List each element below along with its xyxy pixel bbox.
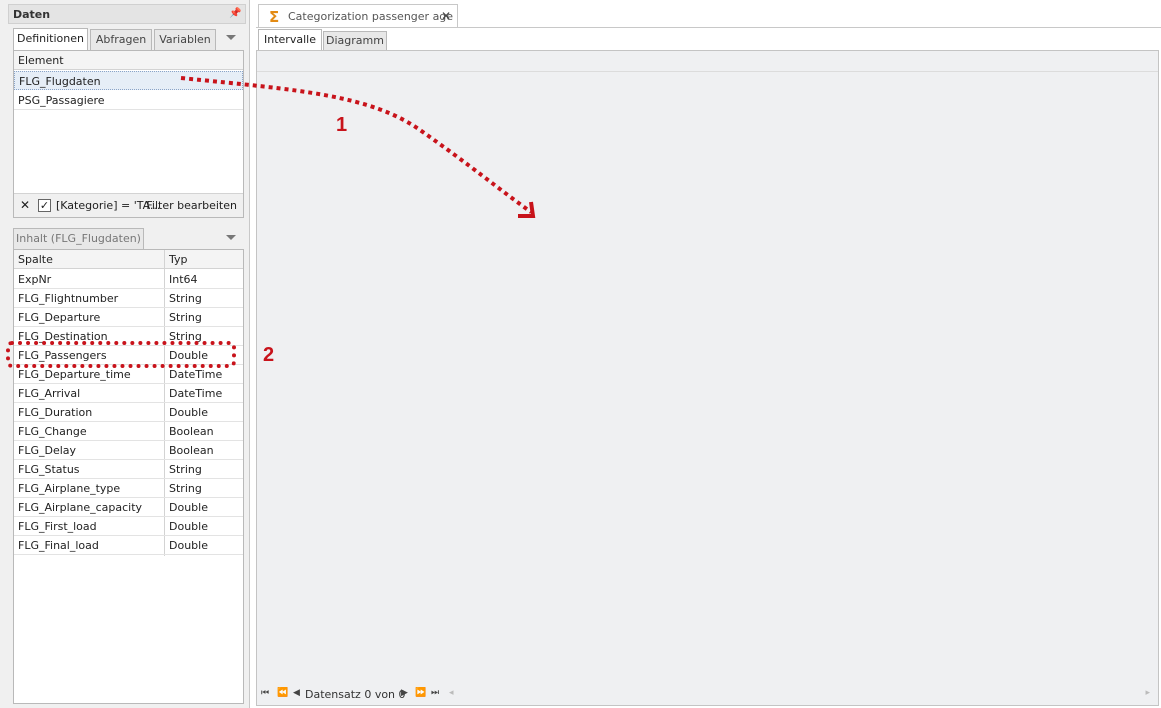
annotation-step-1: 1 bbox=[336, 114, 348, 136]
record-counter: Datensatz 0 von 0 bbox=[305, 688, 406, 701]
annotation-highlight bbox=[6, 341, 236, 368]
table-row[interactable]: FLG_Flightnumber String bbox=[14, 289, 243, 308]
table-row[interactable]: FLG_Airplane_type String bbox=[14, 479, 243, 498]
prev-record-icon[interactable]: ◀ bbox=[293, 688, 300, 698]
column-name: FLG_Delay bbox=[18, 444, 77, 457]
tab-strip-divider bbox=[256, 27, 1161, 28]
column-type: String bbox=[169, 311, 202, 324]
column-type: String bbox=[169, 292, 202, 305]
column-type: Int64 bbox=[169, 273, 198, 286]
table-row[interactable]: FLG_Arrival DateTime bbox=[14, 384, 243, 403]
document-tab[interactable]: Σ Categorization passenger age ✕ bbox=[258, 4, 458, 28]
intervals-view[interactable]: ⏮ ⏪ ◀ Datensatz 0 von 0 ▶ ⏩ ⏭ ◂ ▸ bbox=[256, 50, 1159, 706]
filter-expression[interactable]: [Kategorie] = 'TA... bbox=[56, 199, 160, 212]
list-item-flugdaten[interactable]: FLG_Flugdaten bbox=[14, 71, 243, 90]
column-name: FLG_Airplane_type bbox=[18, 482, 121, 495]
column-type: DateTime bbox=[169, 387, 223, 400]
tab-variablen[interactable]: Variablen bbox=[154, 29, 216, 51]
tab-intervalle[interactable]: Intervalle bbox=[258, 29, 322, 51]
column-type: String bbox=[169, 482, 202, 495]
column-name: FLG_First_load bbox=[18, 520, 97, 533]
record-navigator: ⏮ ⏪ ◀ Datensatz 0 von 0 ▶ ⏩ ⏭ ◂ ▸ bbox=[257, 685, 1158, 705]
next-record-icon[interactable]: ▶ bbox=[401, 688, 408, 698]
column-type: Boolean bbox=[169, 425, 214, 438]
filter-bar: ✕ ✓ [Kategorie] = 'TA... Filter bearbeit… bbox=[14, 193, 243, 217]
last-record-icon[interactable]: ⏭ bbox=[431, 688, 439, 698]
tab-diagramm[interactable]: Diagramm bbox=[323, 31, 387, 51]
table-row[interactable]: FLG_Status String bbox=[14, 460, 243, 479]
column-name: FLG_Change bbox=[18, 425, 87, 438]
table-row[interactable]: FLG_Duration Double bbox=[14, 403, 243, 422]
column-name: FLG_Flightnumber bbox=[18, 292, 119, 305]
prev-page-icon[interactable]: ⏪ bbox=[277, 688, 288, 698]
document-area: Σ Categorization passenger age ✕ Interva… bbox=[256, 0, 1161, 708]
panel-title: Daten bbox=[13, 8, 51, 21]
columns-grid: Spalte Typ ExpNr Int64 FLG_Flightnumber Str… bbox=[13, 249, 244, 704]
next-page-icon[interactable]: ⏩ bbox=[415, 688, 426, 698]
column-header-element: Element bbox=[18, 54, 64, 67]
table-row[interactable]: FLG_Airplane_capacity Double bbox=[14, 498, 243, 517]
definitions-grid: Element FLG_Flugdaten PSG_Passagiere ✕ ✓… bbox=[13, 50, 244, 218]
scroll-left-icon[interactable]: ◂ bbox=[449, 688, 454, 698]
column-name: FLG_Duration bbox=[18, 406, 93, 419]
clear-filter-icon[interactable]: ✕ bbox=[20, 198, 30, 212]
column-name: FLG_Departure_time bbox=[18, 368, 131, 381]
view-toolbar bbox=[257, 51, 1158, 72]
table-row[interactable]: FLG_Final_load Double bbox=[14, 536, 243, 555]
table-row[interactable]: ExpNr Int64 bbox=[14, 270, 243, 289]
tabs-dropdown-icon[interactable] bbox=[226, 35, 236, 40]
table-row[interactable]: FLG_Delay Boolean bbox=[14, 441, 243, 460]
sigma-icon: Σ bbox=[269, 8, 280, 26]
column-name: FLG_Airplane_capacity bbox=[18, 501, 143, 514]
table-row[interactable]: FLG_First_load Double bbox=[14, 517, 243, 536]
scroll-right-icon[interactable]: ▸ bbox=[1145, 688, 1150, 698]
content-dropdown-icon[interactable] bbox=[226, 235, 236, 240]
column-name: ExpNr bbox=[18, 273, 52, 286]
column-header-spalte: Spalte bbox=[18, 253, 53, 266]
list-item-label: PSG_Passagiere bbox=[18, 94, 105, 107]
column-name: FLG_Final_load bbox=[18, 539, 99, 552]
column-type: Double bbox=[169, 501, 208, 514]
column-type: Double bbox=[169, 539, 208, 552]
first-record-icon[interactable]: ⏮ bbox=[261, 688, 269, 698]
column-name: FLG_Arrival bbox=[18, 387, 81, 400]
tab-abfragen[interactable]: Abfragen bbox=[90, 29, 152, 51]
table-row[interactable]: FLG_Departure String bbox=[14, 308, 243, 327]
annotation-step-2: 2 bbox=[263, 344, 275, 366]
column-type: Boolean bbox=[169, 444, 214, 457]
column-name: FLG_Departure bbox=[18, 311, 101, 324]
column-header-typ: Typ bbox=[169, 253, 188, 266]
panel-header: Daten 📌 bbox=[8, 4, 246, 24]
filter-enabled-checkbox[interactable]: ✓ bbox=[38, 199, 51, 212]
table-row[interactable]: FLG_Change Boolean bbox=[14, 422, 243, 441]
column-name: FLG_Status bbox=[18, 463, 80, 476]
tab-inhalt[interactable]: Inhalt (FLG_Flugdaten) bbox=[13, 228, 144, 250]
edit-filter-button[interactable]: Filter bearbeiten bbox=[146, 199, 237, 212]
column-type: Double bbox=[169, 406, 208, 419]
list-item-label: FLG_Flugdaten bbox=[19, 75, 101, 88]
pin-icon[interactable]: 📌 bbox=[229, 8, 241, 20]
definitions-header: Element bbox=[14, 51, 243, 70]
list-item-passagiere[interactable]: PSG_Passagiere bbox=[14, 91, 243, 110]
columns-header: Spalte Typ bbox=[14, 250, 243, 269]
tab-definitionen[interactable]: Definitionen bbox=[13, 28, 88, 51]
column-type: DateTime bbox=[169, 368, 223, 381]
column-type: String bbox=[169, 463, 202, 476]
column-type: Double bbox=[169, 520, 208, 533]
document-tab-label: Categorization passenger age bbox=[288, 10, 454, 23]
close-icon[interactable]: ✕ bbox=[441, 9, 451, 23]
